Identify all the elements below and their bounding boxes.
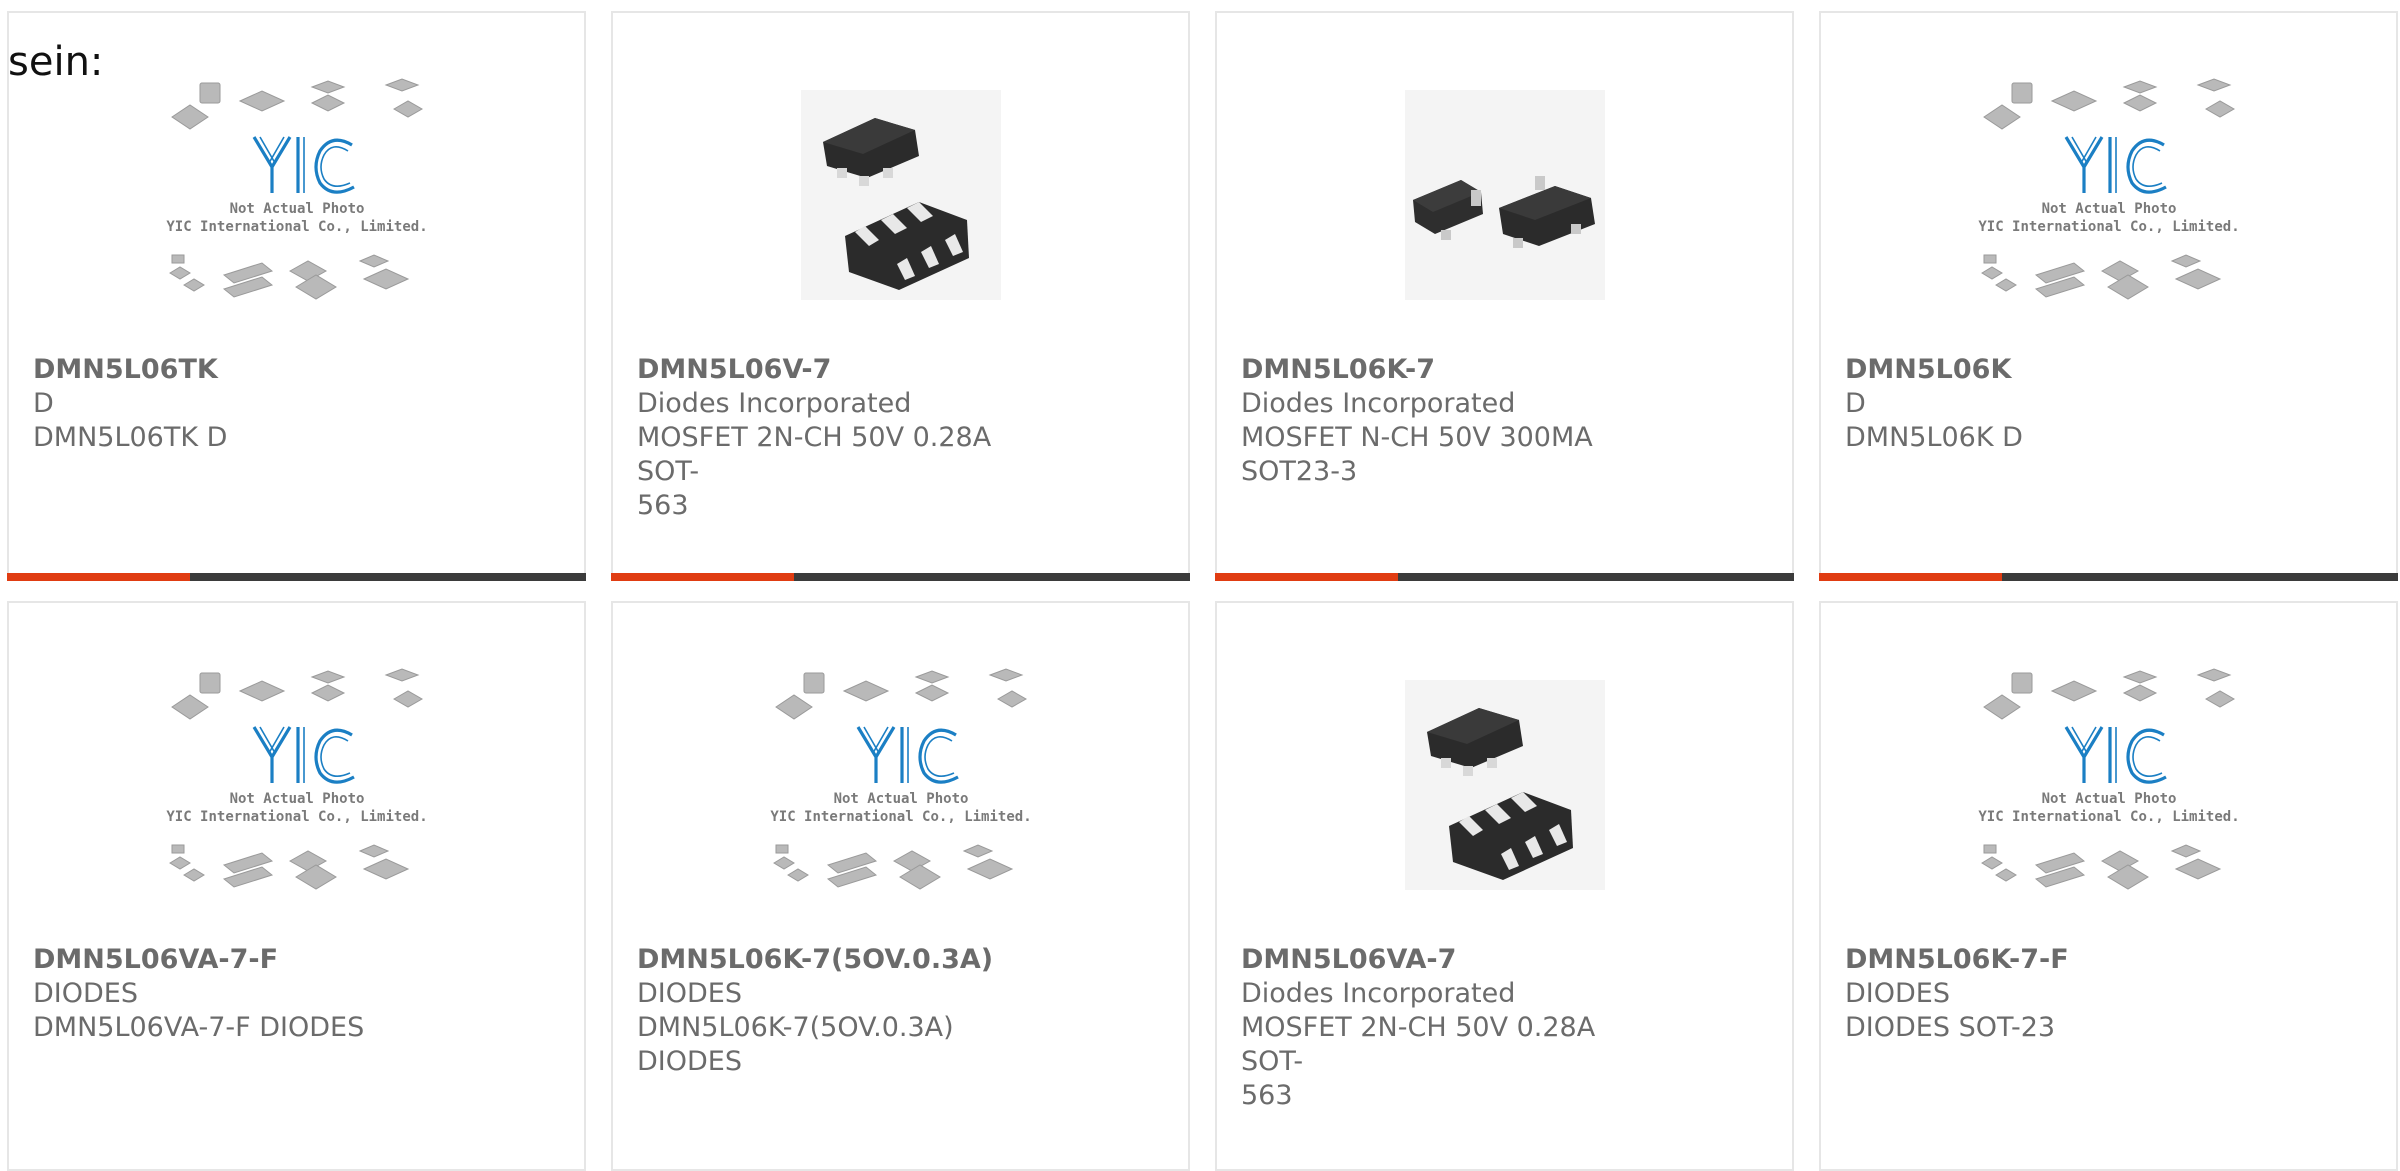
product-image[interactable] — [1370, 675, 1640, 895]
description: DIODES SOT-23 — [1845, 1012, 2056, 1043]
page-heading: sein: — [8, 39, 104, 85]
svg-text:YIC International Co., Limited: YIC International Co., Limited. — [166, 219, 427, 235]
manufacturer: D — [33, 388, 54, 419]
card-bar-accent — [1215, 573, 1398, 581]
manufacturer: Diodes Incorporated — [1241, 388, 1516, 419]
svg-text:YIC International Co., Limited: YIC International Co., Limited. — [770, 809, 1031, 825]
description: DMN5L06TK D — [33, 422, 228, 453]
svg-text:Not Actual Photo: Not Actual Photo — [2041, 201, 2176, 217]
not-actual-photo-placeholder: Not Actual Photo YIC International Co., … — [770, 668, 1031, 890]
part-number[interactable]: DMN5L06K — [1845, 353, 2265, 387]
part-number[interactable]: DMN5L06K-7-F — [1845, 943, 2265, 977]
card-bottom-bar — [7, 573, 586, 581]
manufacturer: Diodes Incorporated — [637, 388, 912, 419]
card-bottom-bar — [1819, 573, 2398, 581]
svg-text:Not Actual Photo: Not Actual Photo — [229, 791, 364, 807]
product-image[interactable]: Not Actual Photo YIC International Co., … — [1974, 78, 2244, 305]
product-card[interactable]: Not Actual Photo YIC International Co., … — [1819, 11, 2398, 581]
part-number[interactable]: DMN5L06K-7 — [1241, 353, 1661, 387]
svg-text:Not Actual Photo: Not Actual Photo — [2041, 791, 2176, 807]
description: MOSFET N-CH 50V 300MA — [1241, 422, 1593, 453]
svg-text:Not Actual Photo: Not Actual Photo — [229, 201, 364, 217]
manufacturer: D — [1845, 388, 1866, 419]
not-actual-photo-placeholder: Not Actual Photo YIC International Co., … — [166, 78, 427, 300]
product-card[interactable]: DMN5L06K-7 Diodes Incorporated MOSFET N-… — [1215, 11, 1794, 581]
product-card[interactable]: Not Actual Photo YIC International Co., … — [1819, 601, 2398, 1171]
description: DMN5L06VA-7-F DIODES — [33, 1012, 365, 1043]
manufacturer: DIODES — [33, 978, 138, 1009]
part-number[interactable]: DMN5L06V-7 — [637, 353, 1057, 387]
svg-text:YIC International Co., Limited: YIC International Co., Limited. — [1978, 809, 2239, 825]
product-image[interactable]: Not Actual Photo YIC International Co., … — [1974, 668, 2244, 895]
product-card[interactable]: DMN5L06VA-7 Diodes Incorporated MOSFET 2… — [1215, 601, 1794, 1171]
product-card[interactable]: Not Actual Photo YIC International Co., … — [7, 11, 586, 581]
card-bottom-bar — [611, 573, 1190, 581]
part-number[interactable]: DMN5L06VA-7 — [1241, 943, 1661, 977]
sot563-package-photo — [800, 90, 1001, 300]
not-actual-photo-placeholder: Not Actual Photo YIC International Co., … — [1978, 78, 2239, 300]
not-actual-photo-placeholder: Not Actual Photo YIC International Co., … — [166, 668, 427, 890]
description: MOSFET 2N-CH 50V 0.28A SOT- — [1241, 1012, 1596, 1077]
sot563-package-photo — [1404, 680, 1605, 890]
product-image[interactable]: Not Actual Photo YIC International Co., … — [162, 78, 432, 305]
part-number[interactable]: DMN5L06TK — [33, 353, 453, 387]
description: DMN5L06K-7(5OV.0.3A) DIODES — [637, 1012, 954, 1077]
svg-text:YIC International Co., Limited: YIC International Co., Limited. — [166, 809, 427, 825]
card-bar-accent — [7, 573, 190, 581]
manufacturer: DIODES — [637, 978, 742, 1009]
description-cont: SOT23-3 — [1241, 456, 1358, 487]
card-bar-accent — [611, 573, 794, 581]
product-image[interactable] — [766, 85, 1036, 305]
product-card[interactable]: Not Actual Photo YIC International Co., … — [7, 601, 586, 1171]
card-bottom-bar — [1215, 573, 1794, 581]
manufacturer: DIODES — [1845, 978, 1950, 1009]
sot23-package-photo — [1404, 90, 1605, 300]
description: DMN5L06K D — [1845, 422, 2023, 453]
part-number[interactable]: DMN5L06VA-7-F — [33, 943, 453, 977]
product-card[interactable]: DMN5L06V-7 Diodes Incorporated MOSFET 2N… — [611, 11, 1190, 581]
description: MOSFET 2N-CH 50V 0.28A SOT- — [637, 422, 992, 487]
product-image[interactable] — [1370, 85, 1640, 305]
description-cont: 563 — [637, 490, 689, 521]
svg-text:Not Actual Photo: Not Actual Photo — [833, 791, 968, 807]
product-card[interactable]: Not Actual Photo YIC International Co., … — [611, 601, 1190, 1171]
svg-text:YIC International Co., Limited: YIC International Co., Limited. — [1978, 219, 2239, 235]
product-image[interactable]: Not Actual Photo YIC International Co., … — [766, 668, 1036, 895]
part-number[interactable]: DMN5L06K-7(5OV.0.3A) — [637, 943, 1057, 977]
product-image[interactable]: Not Actual Photo YIC International Co., … — [162, 668, 432, 895]
card-bar-accent — [1819, 573, 2002, 581]
description-cont: 563 — [1241, 1080, 1293, 1111]
not-actual-photo-placeholder: Not Actual Photo YIC International Co., … — [1978, 668, 2239, 890]
manufacturer: Diodes Incorporated — [1241, 978, 1516, 1009]
